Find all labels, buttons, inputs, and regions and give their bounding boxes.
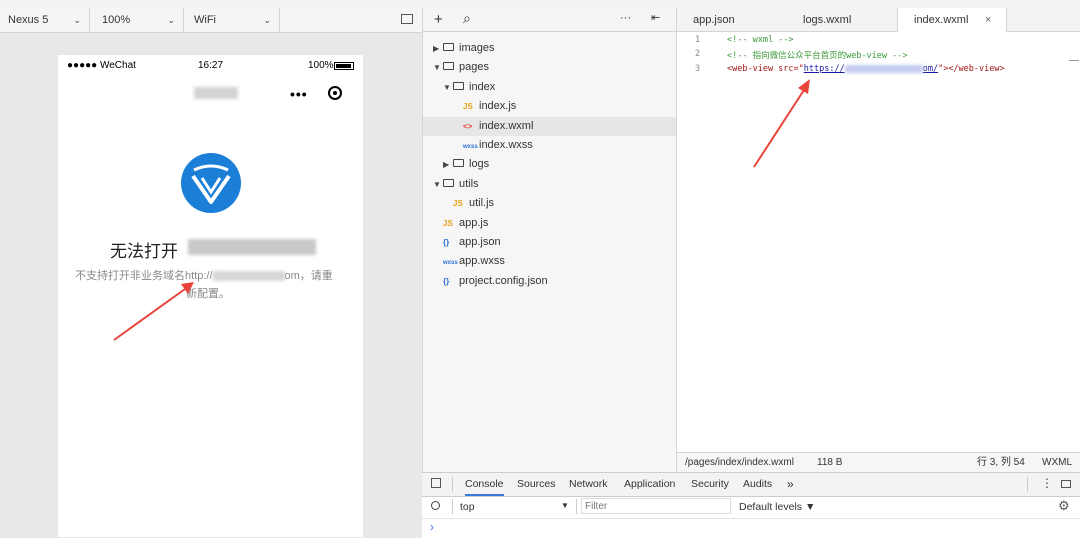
- tree-item-label: index.wxss: [479, 139, 533, 151]
- tree-item-index-wxss[interactable]: wxssindex.wxss: [423, 136, 677, 155]
- add-icon[interactable]: +: [434, 11, 443, 28]
- tree-item-label: app.json: [459, 236, 501, 248]
- clear-console-icon[interactable]: [431, 501, 440, 510]
- wxss-file-icon: wxss: [463, 144, 478, 150]
- tree-item-util-js[interactable]: JS util.js: [423, 194, 677, 213]
- js-file-icon: JS: [463, 102, 473, 112]
- tree-item-label: index: [469, 80, 496, 93]
- tree-item-label: index.wxml: [479, 119, 534, 132]
- js-file-icon: JS: [443, 218, 453, 228]
- divider: [452, 499, 453, 514]
- folder-icon: [453, 81, 464, 90]
- devtools-tabbar: Console Sources Network Application Secu…: [422, 473, 1080, 497]
- tree-item-label: images: [459, 42, 495, 54]
- divider: [452, 477, 453, 492]
- collapse-icon[interactable]: ⇤: [651, 11, 660, 24]
- dock-icon[interactable]: [1061, 480, 1071, 488]
- tab-sources[interactable]: Sources: [517, 473, 556, 496]
- folder-icon: [443, 43, 454, 52]
- tree-item-index[interactable]: ▼ index: [423, 78, 677, 97]
- console-toolbar: top ▼ Default levels ▼ ⚙: [422, 496, 1080, 519]
- expanded-arrow-icon[interactable]: ▼: [433, 58, 443, 77]
- annotation-arrow-right: [753, 79, 810, 168]
- tree-item-logs[interactable]: ▶ logs: [423, 155, 677, 174]
- expanded-arrow-icon[interactable]: ▼: [443, 78, 453, 97]
- folder-icon: [443, 178, 454, 187]
- folder-icon: [443, 62, 454, 71]
- tree-item-index-js[interactable]: JS index.js: [423, 97, 677, 116]
- more-icon[interactable]: ···: [620, 12, 631, 24]
- filter-input[interactable]: [581, 498, 731, 514]
- tab-security[interactable]: Security: [691, 473, 729, 496]
- tree-item-label: index.js: [479, 100, 517, 113]
- tab-index-wxml[interactable]: index.wxml ×: [897, 8, 1007, 33]
- editor-tabs: app.json logs.wxml index.wxml ×: [676, 8, 1080, 33]
- tree-item-label: logs: [469, 158, 490, 171]
- file-size: 118 B: [817, 457, 843, 468]
- console-prompt[interactable]: ›: [430, 520, 434, 534]
- collapsed-arrow-icon[interactable]: ▶: [443, 155, 453, 174]
- more-tabs-icon[interactable]: »: [787, 473, 794, 496]
- tree-item-utils[interactable]: ▼ utils: [423, 175, 677, 194]
- tab-logs-wxml[interactable]: logs.wxml: [803, 8, 851, 32]
- json-file-icon: {}: [443, 238, 450, 247]
- tab-label: index.wxml: [914, 14, 969, 26]
- tree-item-pages[interactable]: ▼ pages: [423, 58, 677, 77]
- levels-select[interactable]: Default levels ▼: [739, 501, 815, 513]
- context-select[interactable]: top: [460, 501, 475, 513]
- collapsed-arrow-icon[interactable]: ▶: [433, 39, 443, 58]
- kebab-menu-icon[interactable]: ⋮: [1041, 476, 1053, 490]
- js-file-icon: JS: [453, 199, 463, 209]
- tree-toolbar: + ⌕ ··· ⇤: [422, 8, 676, 32]
- tree-item-label: util.js: [469, 197, 495, 210]
- tab-audits[interactable]: Audits: [743, 473, 772, 496]
- cursor-position: 行 3, 列 54: [977, 457, 1025, 468]
- close-icon[interactable]: ×: [985, 8, 991, 32]
- tree-item-label: app.wxss: [459, 255, 505, 268]
- annotation-arrow-left: [113, 282, 194, 341]
- wxml-file-icon: <>: [463, 121, 473, 131]
- tab-app-json[interactable]: app.json: [693, 8, 735, 32]
- expanded-arrow-icon[interactable]: ▼: [433, 175, 443, 194]
- tree-item-images[interactable]: ▶ images: [423, 39, 677, 58]
- tab-application[interactable]: Application: [624, 473, 675, 496]
- divider: [576, 499, 577, 514]
- json-file-icon: {}: [443, 276, 450, 286]
- divider: [1027, 477, 1028, 492]
- tab-console[interactable]: Console: [465, 473, 504, 496]
- tree-item-app-js[interactable]: JS app.js: [423, 214, 677, 233]
- search-icon[interactable]: ⌕: [463, 10, 471, 27]
- chevron-down-icon: ▼: [561, 501, 569, 510]
- tree-item-label: utils: [459, 177, 479, 190]
- wxss-file-icon: wxss: [443, 260, 458, 267]
- tree-item-label: app.js: [459, 216, 489, 229]
- settings-gear-icon[interactable]: ⚙: [1058, 498, 1070, 514]
- editor-status-bar: /pages/index/index.wxml 118 B 行 3, 列 54 …: [676, 452, 1080, 472]
- tree-item-index-wxml[interactable]: <> index.wxml: [423, 116, 677, 136]
- tree-item-app-wxss[interactable]: wxssapp.wxss: [423, 252, 677, 271]
- devtools-panel: Console Sources Network Application Secu…: [422, 472, 1080, 538]
- tree-item-app-json[interactable]: {} app.json: [423, 233, 677, 252]
- language-mode[interactable]: WXML: [1042, 453, 1072, 472]
- tree-item-project-config-json[interactable]: {} project.config.json: [423, 272, 677, 291]
- file-path: /pages/index/index.wxml: [685, 457, 794, 468]
- file-tree: ▶ images ▼ pages ▼ index JS index.js <> index.wxm…: [422, 32, 677, 472]
- tree-item-label: project.config.json: [459, 274, 548, 287]
- folder-icon: [453, 159, 464, 168]
- tree-item-label: pages: [459, 61, 489, 74]
- tab-network[interactable]: Network: [569, 473, 608, 496]
- inspect-icon[interactable]: [431, 478, 441, 488]
